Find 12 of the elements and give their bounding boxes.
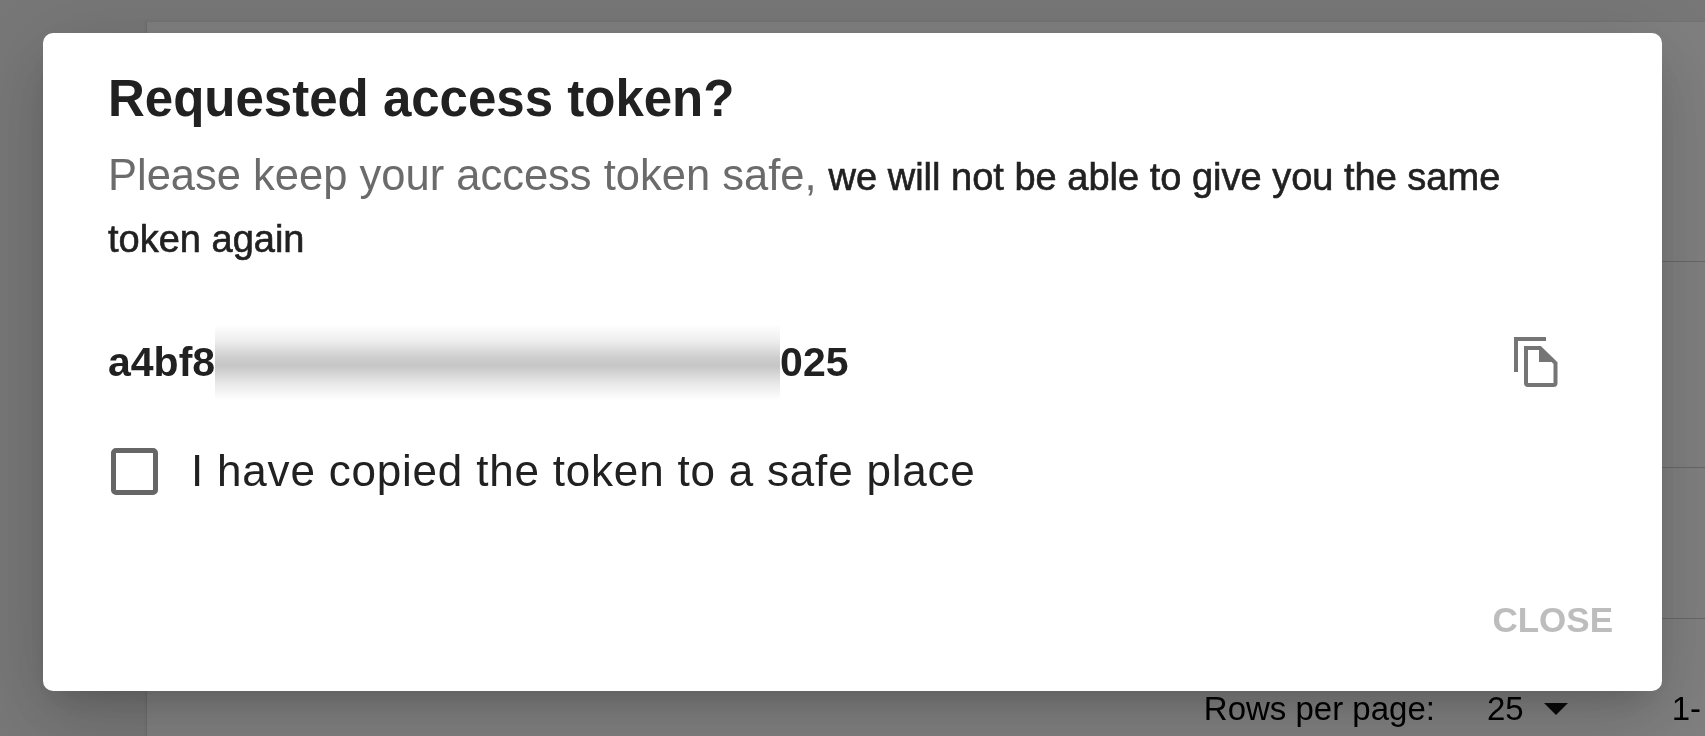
token-text-start: a4bf8 xyxy=(108,338,216,386)
dialog-message: Please keep your access token safe, we will not be able to give you the same token again xyxy=(108,150,1502,262)
rows-per-page-label: Rows per page: xyxy=(1203,689,1435,729)
close-button: CLOSE xyxy=(1472,588,1633,652)
dialog-title: Requested access token? xyxy=(108,69,735,129)
caret-icon xyxy=(1543,703,1568,715)
page-range-text: 1- xyxy=(1671,689,1701,729)
token-text-end: 025 xyxy=(780,338,849,386)
checkbox-label: I have copied the token to a safe place xyxy=(191,446,976,496)
copy-icon xyxy=(1514,337,1558,387)
rows-per-page-select[interactable]: 25 xyxy=(1486,689,1568,729)
checkbox[interactable] xyxy=(111,447,158,495)
